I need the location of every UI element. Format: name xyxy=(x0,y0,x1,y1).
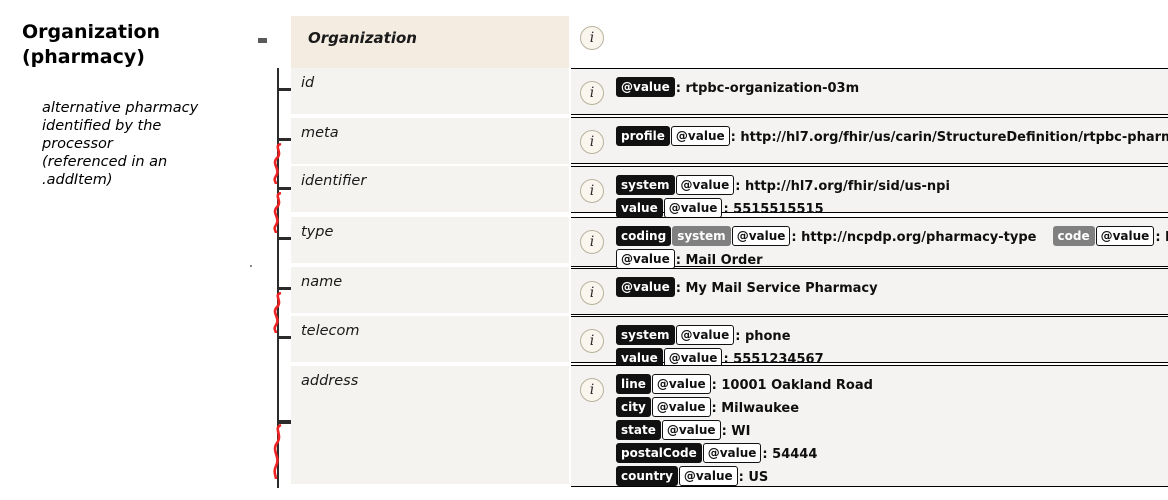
detail-body: line @value: 10001 Oakland Road city @value… xyxy=(616,374,1168,489)
detail-line: city @value: Milwaukee xyxy=(616,397,1168,420)
detail-value-text: : M xyxy=(1155,230,1168,245)
field-badge[interactable]: @value xyxy=(616,77,675,97)
element-label-cell[interactable]: id xyxy=(291,68,569,114)
field-badge[interactable]: system xyxy=(616,175,675,195)
info-icon[interactable]: i xyxy=(580,130,604,154)
info-icon[interactable]: i xyxy=(580,329,604,353)
detail-row: i system @value: http://hl7.org/fhir/sid/u… xyxy=(571,166,1168,218)
detail-line: system @value: phone xyxy=(616,325,1168,348)
field-badge[interactable]: @value xyxy=(1095,226,1155,246)
tree-skip-squiggle xyxy=(273,424,282,480)
detail-value-text: : Mail Order xyxy=(675,253,763,268)
element-label-cell[interactable]: type xyxy=(291,217,569,263)
field-badge[interactable]: @value xyxy=(651,374,711,394)
resource-header-cell[interactable]: Organization xyxy=(291,16,569,68)
tree-skip-squiggle xyxy=(273,292,282,334)
element-detail-panel: i i @value: rtpbc-organization-03m i profile… xyxy=(571,0,1168,500)
field-badge[interactable]: code xyxy=(1052,226,1095,246)
detail-line: country @value: US xyxy=(616,466,1168,489)
detail-body: system @value: http://hl7.org/fhir/sid/us… xyxy=(616,175,1168,221)
field-badge[interactable]: @value xyxy=(675,325,735,345)
field-badge[interactable]: @value xyxy=(616,249,675,269)
field-badge[interactable]: state xyxy=(616,420,661,440)
detail-value-text: : 54444 xyxy=(762,447,818,462)
detail-line: @value: My Mail Service Pharmacy xyxy=(616,277,1168,300)
detail-line: postalCode @value: 54444 xyxy=(616,443,1168,466)
detail-value-text: : US xyxy=(738,470,769,485)
detail-value-text: : rtpbc-organization-03m xyxy=(675,81,860,96)
field-badge[interactable]: system xyxy=(616,325,675,345)
detail-line: coding system @value: http://ncpdp.org/pha… xyxy=(616,226,1168,249)
element-label-cell[interactable]: meta xyxy=(291,118,569,164)
detail-value-text: : Milwaukee xyxy=(711,401,800,416)
info-icon[interactable]: i xyxy=(580,281,604,305)
info-icon[interactable]: i xyxy=(580,378,604,402)
annotation-panel: Organization (pharmacy) alternative phar… xyxy=(0,0,250,500)
annotation-note: alternative pharmacy identified by the p… xyxy=(42,100,199,188)
detail-value-text: : http://ncpdp.org/pharmacy-type xyxy=(791,230,1037,245)
field-badge[interactable]: @value xyxy=(616,277,675,297)
detail-value-text: : 5515515515 xyxy=(723,202,824,217)
tree-skip-squiggle xyxy=(273,143,282,185)
element-label-cell[interactable]: telecom xyxy=(291,316,569,362)
detail-value-text: : WI xyxy=(721,424,751,439)
detail-value-text: : 10001 Oakland Road xyxy=(711,378,873,393)
detail-row: i profile @value: http://hl7.org/fhir/us/c… xyxy=(571,117,1168,164)
field-badge[interactable]: @value xyxy=(670,126,730,146)
field-badge[interactable]: @value xyxy=(678,466,738,486)
detail-line: @value: rtpbc-organization-03m xyxy=(616,77,1168,100)
detail-line: profile @value: http://hl7.org/fhir/us/ca… xyxy=(616,126,1168,149)
element-label-cell[interactable]: identifier xyxy=(291,166,569,212)
detail-body: profile @value: http://hl7.org/fhir/us/ca… xyxy=(616,126,1168,149)
field-badge[interactable]: @value xyxy=(651,397,711,417)
detail-body: coding system @value: http://ncpdp.org/pha… xyxy=(616,226,1168,272)
detail-value-text: : phone xyxy=(735,329,791,344)
field-badge[interactable]: @value xyxy=(731,226,791,246)
info-icon[interactable]: i xyxy=(580,179,604,203)
detail-row: i system @value: phone value @value: 5551234… xyxy=(571,316,1168,368)
detail-line: state @value: WI xyxy=(616,420,1168,443)
page-title: Organization (pharmacy) xyxy=(22,21,161,68)
field-badge[interactable]: profile xyxy=(616,126,670,146)
info-icon[interactable]: i xyxy=(580,230,604,254)
tree-gutter xyxy=(250,0,293,500)
field-badge[interactable]: postalCode xyxy=(616,443,702,463)
field-badge[interactable]: value xyxy=(616,198,663,218)
info-icon[interactable]: i xyxy=(580,26,604,50)
field-badge[interactable]: city xyxy=(616,397,651,417)
detail-row: i @value: rtpbc-organization-03m xyxy=(571,68,1168,115)
detail-row: i @value: My Mail Service Pharmacy xyxy=(571,268,1168,315)
field-badge[interactable]: @value xyxy=(702,443,762,463)
element-label-column: Organization id meta identifier type name tele… xyxy=(291,0,569,500)
element-label-cell[interactable]: name xyxy=(291,267,569,313)
detail-row: i xyxy=(571,14,1168,66)
detail-value-text: : http://hl7.org/fhir/us/carin/Structure… xyxy=(730,130,1168,145)
tree-skip-squiggle xyxy=(273,192,282,234)
detail-line: line @value: 10001 Oakland Road xyxy=(616,374,1168,397)
field-badge[interactable]: @value xyxy=(663,198,723,218)
collapse-toggle-icon[interactable] xyxy=(258,38,267,43)
detail-row: i coding system @value: http://ncpdp.org/ph… xyxy=(571,217,1168,269)
gutter-dot xyxy=(250,265,252,267)
detail-line: system @value: http://hl7.org/fhir/sid/us… xyxy=(616,175,1168,198)
field-badge[interactable]: @value xyxy=(675,175,735,195)
detail-row: i line @value: 10001 Oakland Road city @valu… xyxy=(571,365,1168,487)
detail-body: @value: My Mail Service Pharmacy xyxy=(616,277,1168,300)
detail-value-text: : My Mail Service Pharmacy xyxy=(675,281,878,296)
detail-body: @value: rtpbc-organization-03m xyxy=(616,77,1168,100)
detail-value-text: : http://hl7.org/fhir/sid/us-npi xyxy=(735,179,950,194)
field-badge[interactable]: coding xyxy=(616,226,672,246)
field-badge[interactable]: system xyxy=(672,226,731,246)
field-badge[interactable]: country xyxy=(616,466,678,486)
info-icon[interactable]: i xyxy=(580,81,604,105)
field-badge[interactable]: @value xyxy=(661,420,721,440)
field-badge[interactable]: line xyxy=(616,374,651,394)
element-label-cell[interactable]: address xyxy=(291,366,569,484)
